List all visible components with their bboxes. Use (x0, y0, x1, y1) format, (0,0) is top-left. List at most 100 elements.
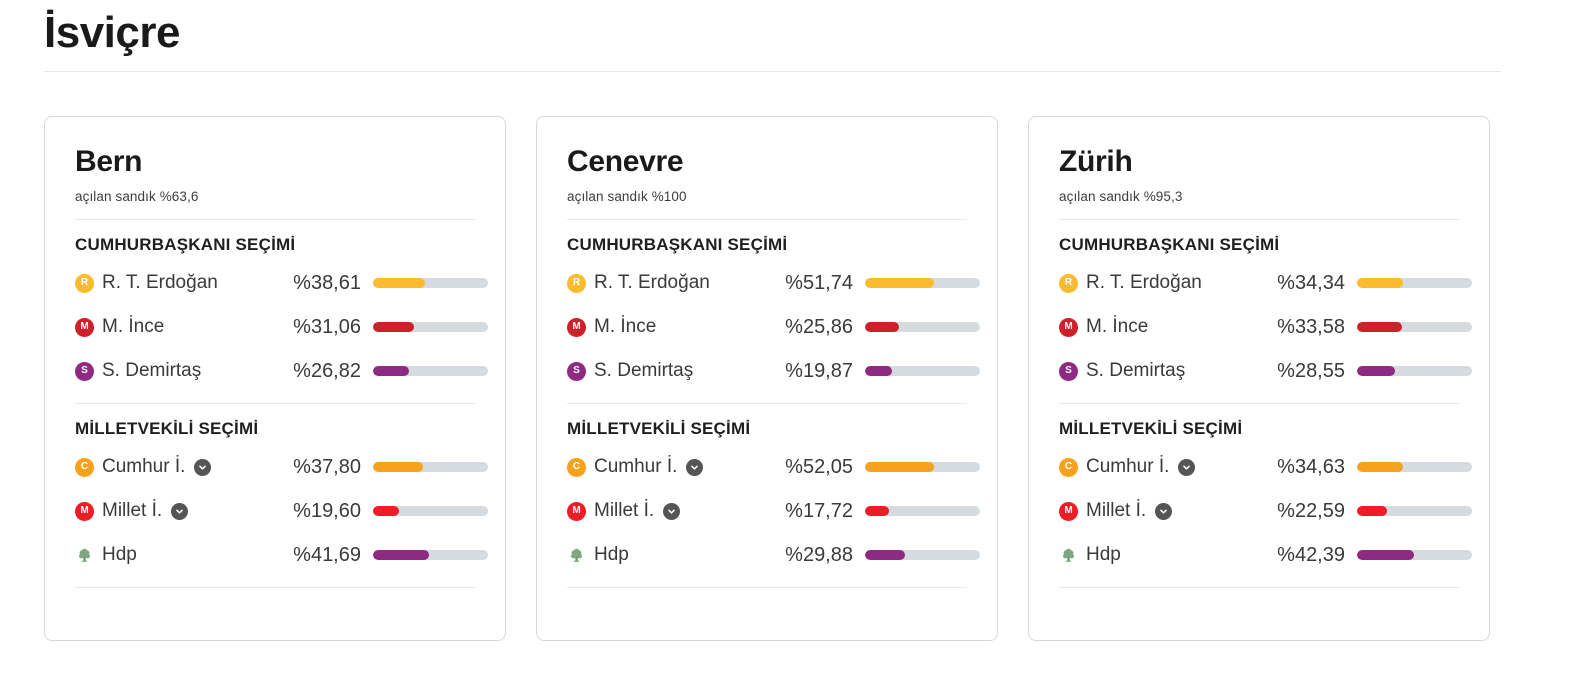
result-row-label: R. T. Erdoğan (1086, 272, 1202, 294)
section-divider (75, 587, 475, 589)
city-name: Zürih (1059, 144, 1133, 178)
section-divider (1059, 587, 1459, 589)
result-row: M M. İnce %33,58 (1059, 305, 1472, 349)
badge-millet: M (1059, 501, 1078, 521)
result-percentage: %38,61 (293, 271, 361, 294)
election-section: MİLLETVEKİLİ SEÇİMİ C Cumhur İ. %37,80 M Mill… (75, 419, 488, 589)
header-divider (44, 70, 1501, 72)
result-bar-fill (865, 322, 900, 333)
chevron-down-icon[interactable] (171, 502, 189, 520)
result-percentage: %31,06 (293, 315, 361, 338)
result-bar-fill (1357, 366, 1396, 377)
result-bar-fill (373, 506, 400, 517)
result-bar-fill (865, 366, 892, 377)
result-row: R R. T. Erdoğan %38,61 (75, 261, 488, 305)
result-percentage: %34,63 (1277, 455, 1345, 478)
result-bar-track (373, 506, 488, 517)
result-row: R R. T. Erdoğan %34,34 (1059, 261, 1472, 305)
tree-icon (75, 546, 94, 565)
page-title: İsviçre (44, 8, 180, 57)
result-row-left: M Millet İ. (1059, 500, 1255, 522)
result-bar-fill (373, 366, 409, 377)
ballot-box-turnout: açılan sandık %63,6 (75, 189, 199, 205)
city-cards-container: Bern açılan sandık %63,6 CUMHURBAŞKANI SEÇ… (44, 115, 1533, 641)
result-row-left: M M. İnce (567, 316, 763, 338)
result-row-label: Cumhur İ. (594, 456, 678, 478)
result-bar-fill (373, 550, 429, 561)
result-row: S S. Demirtaş %28,55 (1059, 349, 1472, 393)
result-row-left: C Cumhur İ. (567, 456, 763, 478)
result-row-left: S S. Demirtaş (75, 360, 271, 382)
result-row-left: M Millet İ. (75, 500, 271, 522)
result-bar-fill (1357, 278, 1403, 289)
result-row-label: Hdp (594, 544, 629, 566)
result-percentage: %41,69 (293, 543, 361, 566)
result-percentage: %25,86 (785, 315, 853, 338)
result-percentage: %26,82 (293, 359, 361, 382)
result-row-left: R R. T. Erdoğan (75, 272, 271, 294)
result-row-label: S. Demirtaş (594, 360, 694, 382)
result-row-label: M. İnce (594, 316, 657, 338)
chevron-down-icon[interactable] (194, 458, 212, 476)
result-row-left: C Cumhur İ. (75, 456, 271, 478)
badge-millet: M (75, 501, 94, 521)
chevron-down-icon[interactable] (1178, 458, 1196, 476)
badge-ince: M (75, 317, 94, 337)
badge-demirtas: S (1059, 361, 1078, 381)
card-header-divider (567, 219, 967, 221)
result-row: Hdp %41,69 (75, 533, 488, 577)
result-row: C Cumhur İ. %34,63 (1059, 445, 1472, 489)
badge-demirtas: S (75, 361, 94, 381)
result-row-left: Hdp (75, 544, 271, 566)
city-name: Bern (75, 144, 143, 178)
result-bar-fill (865, 506, 889, 517)
result-bar-track (1357, 506, 1472, 517)
result-row: Hdp %42,39 (1059, 533, 1472, 577)
result-bar-fill (373, 278, 425, 289)
badge-erdogan: R (567, 273, 586, 293)
result-bar-fill (865, 278, 935, 289)
tree-icon (567, 546, 586, 565)
result-row-label: M. İnce (1086, 316, 1149, 338)
result-row: M Millet İ. %19,60 (75, 489, 488, 533)
result-row-label: Cumhur İ. (102, 456, 186, 478)
result-row: M M. İnce %25,86 (567, 305, 980, 349)
section-divider (1059, 403, 1459, 405)
ballot-box-turnout: açılan sandık %100 (567, 189, 687, 205)
chevron-down-icon[interactable] (1155, 502, 1173, 520)
result-percentage: %29,88 (785, 543, 853, 566)
result-bar-track (865, 366, 980, 377)
badge-ince: M (1059, 317, 1078, 337)
section-title: MİLLETVEKİLİ SEÇİMİ (75, 419, 259, 439)
election-section: MİLLETVEKİLİ SEÇİMİ C Cumhur İ. %34,63 M Mill… (1059, 419, 1472, 589)
result-row-left: Hdp (567, 544, 763, 566)
result-row-label: S. Demirtaş (102, 360, 202, 382)
election-section: CUMHURBAŞKANI SEÇİMİ R R. T. Erdoğan %34,34… (1059, 235, 1472, 405)
result-row-label: S. Demirtaş (1086, 360, 1186, 382)
result-row-left: R R. T. Erdoğan (567, 272, 763, 294)
result-bar-fill (1357, 506, 1388, 517)
result-row: S S. Demirtaş %26,82 (75, 349, 488, 393)
result-bar-track (1357, 462, 1472, 473)
result-row-label: Millet İ. (594, 500, 655, 522)
chevron-down-icon[interactable] (663, 502, 681, 520)
result-bar-fill (865, 550, 905, 561)
result-bar-fill (1357, 462, 1404, 473)
card-header-divider (75, 219, 475, 221)
result-row-label: Millet İ. (102, 500, 163, 522)
result-percentage: %52,05 (785, 455, 853, 478)
election-section: MİLLETVEKİLİ SEÇİMİ C Cumhur İ. %52,05 M Mill… (567, 419, 980, 589)
result-bar-track (1357, 278, 1472, 289)
result-row-left: M Millet İ. (567, 500, 763, 522)
election-section: CUMHURBAŞKANI SEÇİMİ R R. T. Erdoğan %51,74… (567, 235, 980, 405)
ballot-box-turnout: açılan sandık %95,3 (1059, 189, 1183, 205)
result-row-label: Millet İ. (1086, 500, 1147, 522)
result-bar-fill (1357, 322, 1402, 333)
chevron-down-icon[interactable] (686, 458, 704, 476)
result-bar-fill (373, 462, 424, 473)
result-row-label: M. İnce (102, 316, 165, 338)
section-title: CUMHURBAŞKANI SEÇİMİ (1059, 235, 1280, 255)
section-title: MİLLETVEKİLİ SEÇİMİ (1059, 419, 1243, 439)
result-row-left: Hdp (1059, 544, 1255, 566)
result-bar-track (373, 322, 488, 333)
